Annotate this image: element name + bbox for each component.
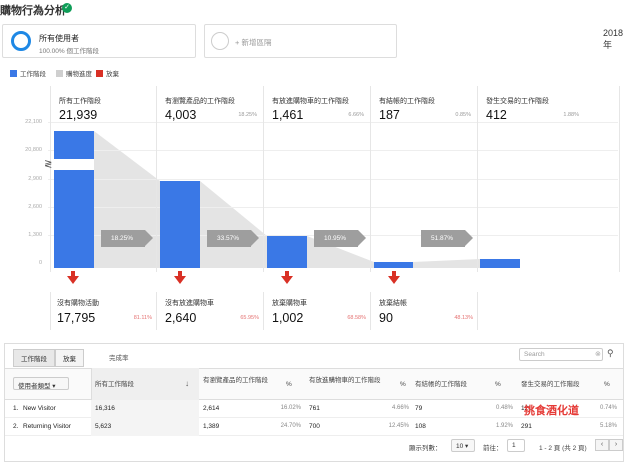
cell-checkout-pct: 1.92% xyxy=(495,423,513,429)
row-index: 2. xyxy=(13,423,19,430)
abandon-arrow-icon xyxy=(281,276,293,284)
conversion-arrow: 10.95% xyxy=(314,230,366,247)
y-tick: 22,100 xyxy=(25,119,42,125)
conversion-arrow: 51.87% xyxy=(421,230,473,247)
dropoff-value: 90 xyxy=(379,311,393,325)
y-tick: 2,900 xyxy=(28,176,42,182)
row-name[interactable]: Returning Visitor xyxy=(23,423,71,430)
tab-sessions[interactable]: 工作階段 xyxy=(13,349,55,367)
y-tick: 1,300 xyxy=(28,232,42,238)
step-pct: 6.66% xyxy=(348,112,364,118)
step-pct: 1.88% xyxy=(563,112,579,118)
rows-label: 顯示列數： xyxy=(409,445,442,452)
step-value: 21,939 xyxy=(59,108,98,122)
row-index: 1. xyxy=(13,405,19,412)
step-value: 187 xyxy=(379,108,400,122)
page-range: 1 - 2 頁 (共 2 頁) xyxy=(539,445,587,452)
axis-break-icon: ≷ xyxy=(44,159,53,170)
dropoff-label: 放棄購物車 xyxy=(272,300,307,307)
cell-view: 2,614 xyxy=(203,405,220,412)
cell-view-pct: 16.02% xyxy=(280,405,301,411)
dropoff-checkout-abandon[interactable]: 放棄結帳 90 48.13% xyxy=(371,292,478,330)
cell-all: 16,316 xyxy=(95,405,115,412)
step-label: 有瀏覽產品的工作階段 xyxy=(165,98,235,105)
search-input[interactable]: Search xyxy=(519,348,603,361)
abandon-arrow-icon xyxy=(174,276,186,284)
bar-checkout[interactable] xyxy=(374,262,413,268)
bar-all-sessions[interactable] xyxy=(54,170,94,268)
abandon-arrow-icon xyxy=(67,276,79,284)
bar-transaction[interactable] xyxy=(480,259,520,268)
cell-tx: 291 xyxy=(521,423,532,430)
th-pct[interactable]: % xyxy=(400,381,406,389)
bar-all-sessions-top[interactable] xyxy=(54,131,94,159)
step-value: 412 xyxy=(486,108,507,122)
bar-product-views[interactable] xyxy=(160,181,200,268)
y-tick: 0 xyxy=(38,260,42,266)
abandon-arrow-icon xyxy=(388,276,400,284)
dropoff-no-shopping[interactable]: 沒有購物活動 17,795 81.11% xyxy=(50,292,157,330)
cell-cart-pct: 4.66% xyxy=(391,405,409,411)
dropoff-pct: 81.11% xyxy=(133,315,152,321)
cell-all: 5,623 xyxy=(95,423,112,430)
next-page-button[interactable]: › xyxy=(609,439,623,451)
step-label: 有結帳的工作階段 xyxy=(379,98,435,105)
dropoff-pct: 68.58% xyxy=(347,315,366,321)
dropoff-pct: 48.13% xyxy=(454,315,473,321)
cell-tx-pct: 5.18% xyxy=(599,423,617,429)
clear-search-icon[interactable]: ⊗ xyxy=(595,350,601,358)
cell-tx-pct: 0.74% xyxy=(599,405,617,411)
dimension-select[interactable]: 使用者類型 ▾ xyxy=(13,377,69,390)
dropoff-pct: 65.95% xyxy=(240,315,259,321)
sort-desc-icon[interactable]: ↓ xyxy=(185,379,189,388)
y-tick: 20,800 xyxy=(25,147,42,153)
tab-abandon[interactable]: 放棄 xyxy=(55,349,84,367)
cell-view: 1,389 xyxy=(203,423,220,430)
th-pct[interactable]: % xyxy=(495,381,501,389)
conversion-arrow: 33.57% xyxy=(207,230,259,247)
tab-completion[interactable]: 完成率 xyxy=(109,352,129,362)
th-transactions[interactable]: 發生交易的工作階段 xyxy=(521,381,580,389)
step-value: 1,461 xyxy=(272,108,304,122)
watermark-logo: 挑食酒化道 xyxy=(524,405,579,417)
step-label: 所有工作階段 xyxy=(59,98,101,105)
funnel-step-transaction[interactable]: 發生交易的工作階段 412 1.88% xyxy=(478,86,620,272)
dropoff-label: 放棄結帳 xyxy=(379,300,407,307)
cell-checkout: 108 xyxy=(415,423,426,430)
dropoff-cart-abandon[interactable]: 放棄購物車 1,002 68.58% xyxy=(264,292,371,330)
rows-per-page-select[interactable]: 10 ▾ xyxy=(451,439,475,452)
cell-checkout: 79 xyxy=(415,405,423,412)
prev-page-button[interactable]: ‹ xyxy=(595,439,609,451)
th-checkout[interactable]: 有結帳的工作階段 xyxy=(415,381,467,389)
step-pct: 18.25% xyxy=(238,112,257,118)
cell-view-pct: 24.70% xyxy=(280,423,301,429)
y-tick: 2,600 xyxy=(28,204,42,210)
conversion-arrow: 18.25% xyxy=(101,230,153,247)
step-label: 發生交易的工作階段 xyxy=(486,98,549,105)
dropoff-label: 沒有購物活動 xyxy=(57,300,99,307)
dropoff-no-cart[interactable]: 沒有放進購物車 2,640 65.95% xyxy=(157,292,264,330)
th-add-to-cart[interactable]: 有放進購物車的工作階段 xyxy=(309,377,385,385)
cell-cart: 761 xyxy=(309,405,320,412)
step-label: 有放進購物車的工作階段 xyxy=(272,98,349,105)
search-icon[interactable]: ⚲ xyxy=(607,348,614,359)
dropoff-value: 1,002 xyxy=(272,311,304,325)
th-pct[interactable]: % xyxy=(286,381,292,389)
cell-cart-pct: 12.45% xyxy=(388,423,409,429)
cell-checkout-pct: 0.48% xyxy=(495,405,513,411)
row-name[interactable]: New Visitor xyxy=(23,405,56,412)
bar-add-to-cart[interactable] xyxy=(267,236,307,268)
dropoff-label: 沒有放進購物車 xyxy=(165,300,214,307)
step-pct: 0.85% xyxy=(455,112,471,118)
th-product-views[interactable]: 有瀏覽產品的工作階段 xyxy=(203,377,273,385)
dropoff-value: 17,795 xyxy=(57,311,96,325)
goto-page-input[interactable]: 1 xyxy=(507,439,525,452)
th-all-sessions[interactable]: 所有工作階段 xyxy=(95,381,134,389)
cell-cart: 700 xyxy=(309,423,320,430)
dropoff-value: 2,640 xyxy=(165,311,197,325)
th-pct[interactable]: % xyxy=(604,381,610,389)
goto-label: 前往： xyxy=(483,445,503,452)
step-value: 4,003 xyxy=(165,108,197,122)
